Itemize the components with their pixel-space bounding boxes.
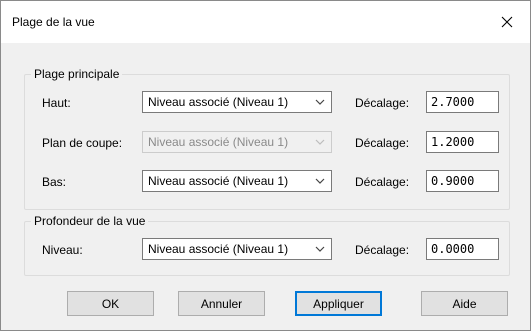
top-level-select[interactable]: Niveau associé (Niveau 1) (142, 91, 332, 113)
bottom-label: Bas: (42, 175, 67, 189)
view-range-dialog: Plage de la vue Plage principale Profond… (0, 0, 531, 331)
top-level-value: Niveau associé (Niveau 1) (148, 95, 289, 109)
top-offset-label: Décalage: (355, 96, 410, 110)
top-label: Haut: (42, 96, 71, 110)
depth-offset-label: Décalage: (355, 243, 410, 257)
cut-plane-offset-label: Décalage: (355, 136, 410, 150)
title-bar: Plage de la vue (1, 1, 530, 43)
bottom-offset-input[interactable] (426, 170, 499, 192)
cut-plane-level-select[interactable]: Niveau associé (Niveau 1) (142, 131, 332, 153)
depth-level-value: Niveau associé (Niveau 1) (148, 242, 289, 256)
depth-offset-input[interactable] (426, 238, 499, 260)
chevron-down-icon (315, 99, 325, 105)
top-offset-input[interactable] (426, 91, 499, 113)
view-depth-legend: Profondeur de la vue (31, 214, 149, 228)
dialog-title: Plage de la vue (12, 15, 95, 29)
close-icon (501, 16, 513, 28)
close-button[interactable] (484, 1, 530, 43)
cut-plane-offset-input[interactable] (426, 131, 499, 153)
chevron-down-icon (315, 139, 325, 145)
bottom-offset-label: Décalage: (355, 175, 410, 189)
depth-level-label: Niveau: (42, 243, 83, 257)
chevron-down-icon (315, 246, 325, 252)
help-button[interactable]: Aide (421, 291, 508, 316)
cancel-button[interactable]: Annuler (178, 291, 265, 316)
apply-button[interactable]: Appliquer (295, 291, 382, 316)
bottom-level-value: Niveau associé (Niveau 1) (148, 174, 289, 188)
depth-level-select[interactable]: Niveau associé (Niveau 1) (142, 238, 332, 260)
ok-button[interactable]: OK (67, 291, 154, 316)
bottom-level-select[interactable]: Niveau associé (Niveau 1) (142, 170, 332, 192)
cut-plane-level-value: Niveau associé (Niveau 1) (148, 135, 289, 149)
primary-range-legend: Plage principale (31, 67, 123, 81)
chevron-down-icon (315, 178, 325, 184)
cut-plane-label: Plan de coupe: (42, 136, 123, 150)
